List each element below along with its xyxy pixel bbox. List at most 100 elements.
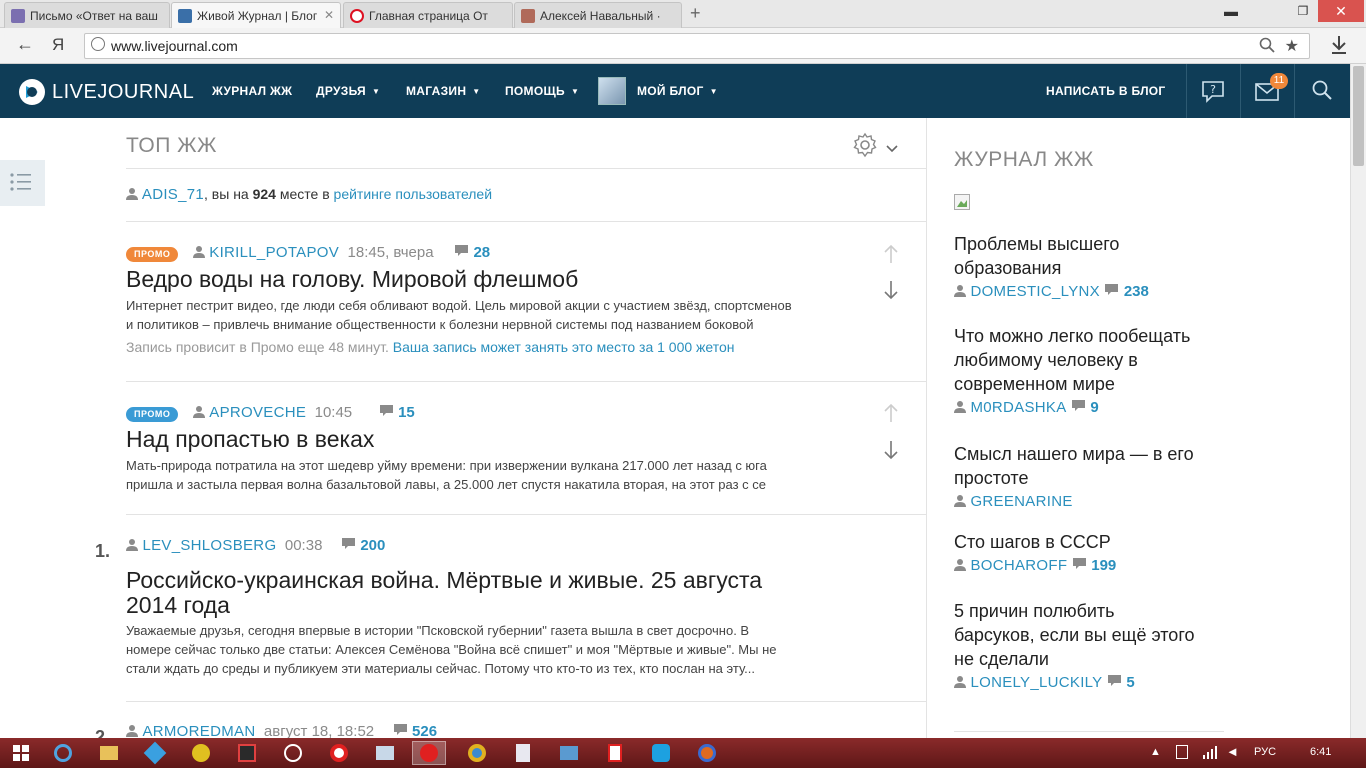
address-field[interactable]: www.livejournal.com ★ xyxy=(84,33,1310,59)
arrow-up-icon[interactable] xyxy=(883,244,899,269)
post-username[interactable]: APROVECHE xyxy=(209,404,306,421)
sidebar-item[interactable]: Проблемы высшего образования DOMESTIC_LY… xyxy=(954,232,1234,301)
promo-note: Запись провисит в Промо еще 48 минут. xyxy=(126,339,389,355)
page-scrollbar[interactable] xyxy=(1350,64,1366,738)
livejournal-logo-icon[interactable] xyxy=(18,78,46,111)
post-title[interactable]: Над пропастью в веках xyxy=(126,427,374,452)
firefox-icon[interactable] xyxy=(690,741,724,765)
sidebar-item[interactable]: 5 причин полюбить барсуков, если вы ещё … xyxy=(954,599,1244,692)
clock[interactable]: 6:41 xyxy=(1310,746,1331,758)
comment-count[interactable]: 238 xyxy=(1124,283,1149,300)
bookmark-star-icon[interactable]: ★ xyxy=(1285,36,1299,56)
windows-start-icon[interactable] xyxy=(4,741,38,765)
nav-my-blog[interactable]: МОЙ БЛОГ ▼ xyxy=(637,84,718,98)
language-indicator[interactable]: РУС xyxy=(1254,746,1276,758)
comment-count[interactable]: 200 xyxy=(360,537,385,554)
download-icon[interactable] xyxy=(1330,35,1348,60)
promo-buy-link[interactable]: Ваша запись может занять это место за 1 … xyxy=(393,339,735,355)
yandex-browser-icon[interactable] xyxy=(412,741,446,765)
rating-text: месте в xyxy=(275,186,334,202)
sidebar-item-title: Сто шагов в СССР xyxy=(954,532,1111,552)
battery-icon[interactable] xyxy=(1176,745,1188,759)
comment-icon xyxy=(379,405,393,416)
sidebar-item-user[interactable]: DOMESTIC_LYNX xyxy=(970,283,1099,300)
tab-navalny[interactable]: Алексей Навальный · xyxy=(514,2,682,28)
sidebar-item-title: не сделали xyxy=(954,649,1049,669)
nav-friends[interactable]: ДРУЗЬЯ ▼ xyxy=(316,84,380,98)
comment-count[interactable]: 199 xyxy=(1091,557,1116,574)
photo-app-icon[interactable] xyxy=(368,741,402,765)
arrow-up-icon[interactable] xyxy=(883,403,899,428)
back-button[interactable]: ← xyxy=(16,34,34,55)
skype-icon[interactable] xyxy=(644,741,678,765)
chrome-icon[interactable] xyxy=(460,741,494,765)
nav-journal[interactable]: ЖУРНАЛ ЖЖ xyxy=(212,84,292,98)
rating-link[interactable]: рейтинге пользователей xyxy=(334,186,493,202)
tab-close-icon[interactable]: ✕ xyxy=(324,8,334,22)
hp-icon[interactable] xyxy=(276,741,310,765)
document-app-icon[interactable] xyxy=(506,741,540,765)
app-icon[interactable] xyxy=(184,741,218,765)
caret-down-icon: ▼ xyxy=(570,87,580,96)
yandex-button[interactable]: Я xyxy=(52,35,64,55)
sidebar-item[interactable]: Сто шагов в СССР BOCHAROFF 199 xyxy=(954,530,1244,575)
tray-up-arrow-icon[interactable]: ▲ xyxy=(1150,746,1161,758)
gear-icon[interactable] xyxy=(852,132,878,163)
audio-app-icon[interactable] xyxy=(552,741,586,765)
search-icon[interactable] xyxy=(1312,80,1332,105)
comment-count[interactable]: 28 xyxy=(473,244,490,261)
mail-icon xyxy=(11,8,25,23)
user-avatar[interactable] xyxy=(598,77,626,105)
sidebar-item-user[interactable]: GREENARINE xyxy=(970,493,1072,510)
title-line: 2014 года xyxy=(126,592,230,618)
tab-opera[interactable]: Главная страница От xyxy=(343,2,513,28)
excerpt-line: пришла и застыла первая волна базальтово… xyxy=(126,477,767,492)
media-app-icon[interactable] xyxy=(230,741,264,765)
post-title[interactable]: Ведро воды на голову. Мировой флешмоб xyxy=(126,267,578,292)
comment-count[interactable]: 15 xyxy=(398,404,415,421)
arrow-down-icon[interactable] xyxy=(883,280,899,305)
write-post-button[interactable]: НАПИСАТЬ В БЛОГ xyxy=(1046,84,1166,98)
opera-icon[interactable] xyxy=(322,741,356,765)
logo-text[interactable]: LIVEJOURNAL xyxy=(52,81,194,104)
user-icon xyxy=(192,406,205,418)
sidebar-item-user[interactable]: M0RDASHKA xyxy=(970,399,1066,416)
scrollbar-thumb[interactable] xyxy=(1353,66,1364,166)
rating-username[interactable]: ADIS_71 xyxy=(142,186,204,203)
arrow-down-icon[interactable] xyxy=(883,440,899,465)
network-signal-icon[interactable] xyxy=(1202,745,1218,764)
sidebar-item[interactable]: Смысл нашего мира — в его простоте GREEN… xyxy=(954,442,1244,511)
tab-livejournal[interactable]: Живой Журнал | Блог ✕ xyxy=(171,2,341,28)
post-excerpt: Уважаемые друзья, сегодня впервые в исто… xyxy=(126,621,886,678)
new-tab-button[interactable]: + xyxy=(690,3,701,24)
minimize-button[interactable]: ▬ xyxy=(1212,0,1250,22)
sidebar-item-meta: GREENARINE xyxy=(954,493,1244,511)
sidebar-item[interactable]: Что можно легко пообещать любимому челов… xyxy=(954,324,1244,417)
tab-mail[interactable]: Письмо «Ответ на ваш xyxy=(4,2,170,28)
internet-explorer-icon[interactable] xyxy=(46,741,80,765)
comment-count[interactable]: 5 xyxy=(1126,674,1134,691)
post-username[interactable]: LEV_SHLOSBERG xyxy=(142,537,276,554)
sidebar-toggle-button[interactable] xyxy=(0,160,45,206)
url-text: www.livejournal.com xyxy=(111,38,238,54)
volume-icon[interactable]: ◄ xyxy=(1226,744,1239,759)
sidebar-item-user[interactable]: BOCHAROFF xyxy=(970,557,1067,574)
yandex-app-icon[interactable] xyxy=(598,741,632,765)
chevron-down-icon[interactable] xyxy=(886,140,898,158)
search-icon[interactable] xyxy=(1259,37,1275,58)
post-title[interactable]: Российско-украинская война. Мёртвые и жи… xyxy=(126,568,886,618)
maximize-button[interactable]: ❐ xyxy=(1284,0,1322,22)
title-line: Российско-украинская война. Мёртвые и жи… xyxy=(126,567,763,593)
nav-help[interactable]: ПОМОЩЬ ▼ xyxy=(505,84,579,98)
comment-count[interactable]: 526 xyxy=(412,723,437,738)
post-username[interactable]: KIRILL_POTAPOV xyxy=(209,244,339,261)
comment-count[interactable]: 9 xyxy=(1090,399,1098,416)
page-info-icon[interactable] xyxy=(91,37,105,51)
help-chat-icon[interactable]: ? xyxy=(1200,79,1226,108)
notes-app-icon[interactable] xyxy=(138,741,172,765)
file-explorer-icon[interactable] xyxy=(92,741,126,765)
sidebar-item-user[interactable]: LONELY_LUCKILY xyxy=(970,674,1102,691)
post-username[interactable]: ARMOREDMAN xyxy=(142,723,255,738)
close-window-button[interactable]: ✕ xyxy=(1318,0,1364,22)
nav-shop[interactable]: МАГАЗИН ▼ xyxy=(406,84,481,98)
